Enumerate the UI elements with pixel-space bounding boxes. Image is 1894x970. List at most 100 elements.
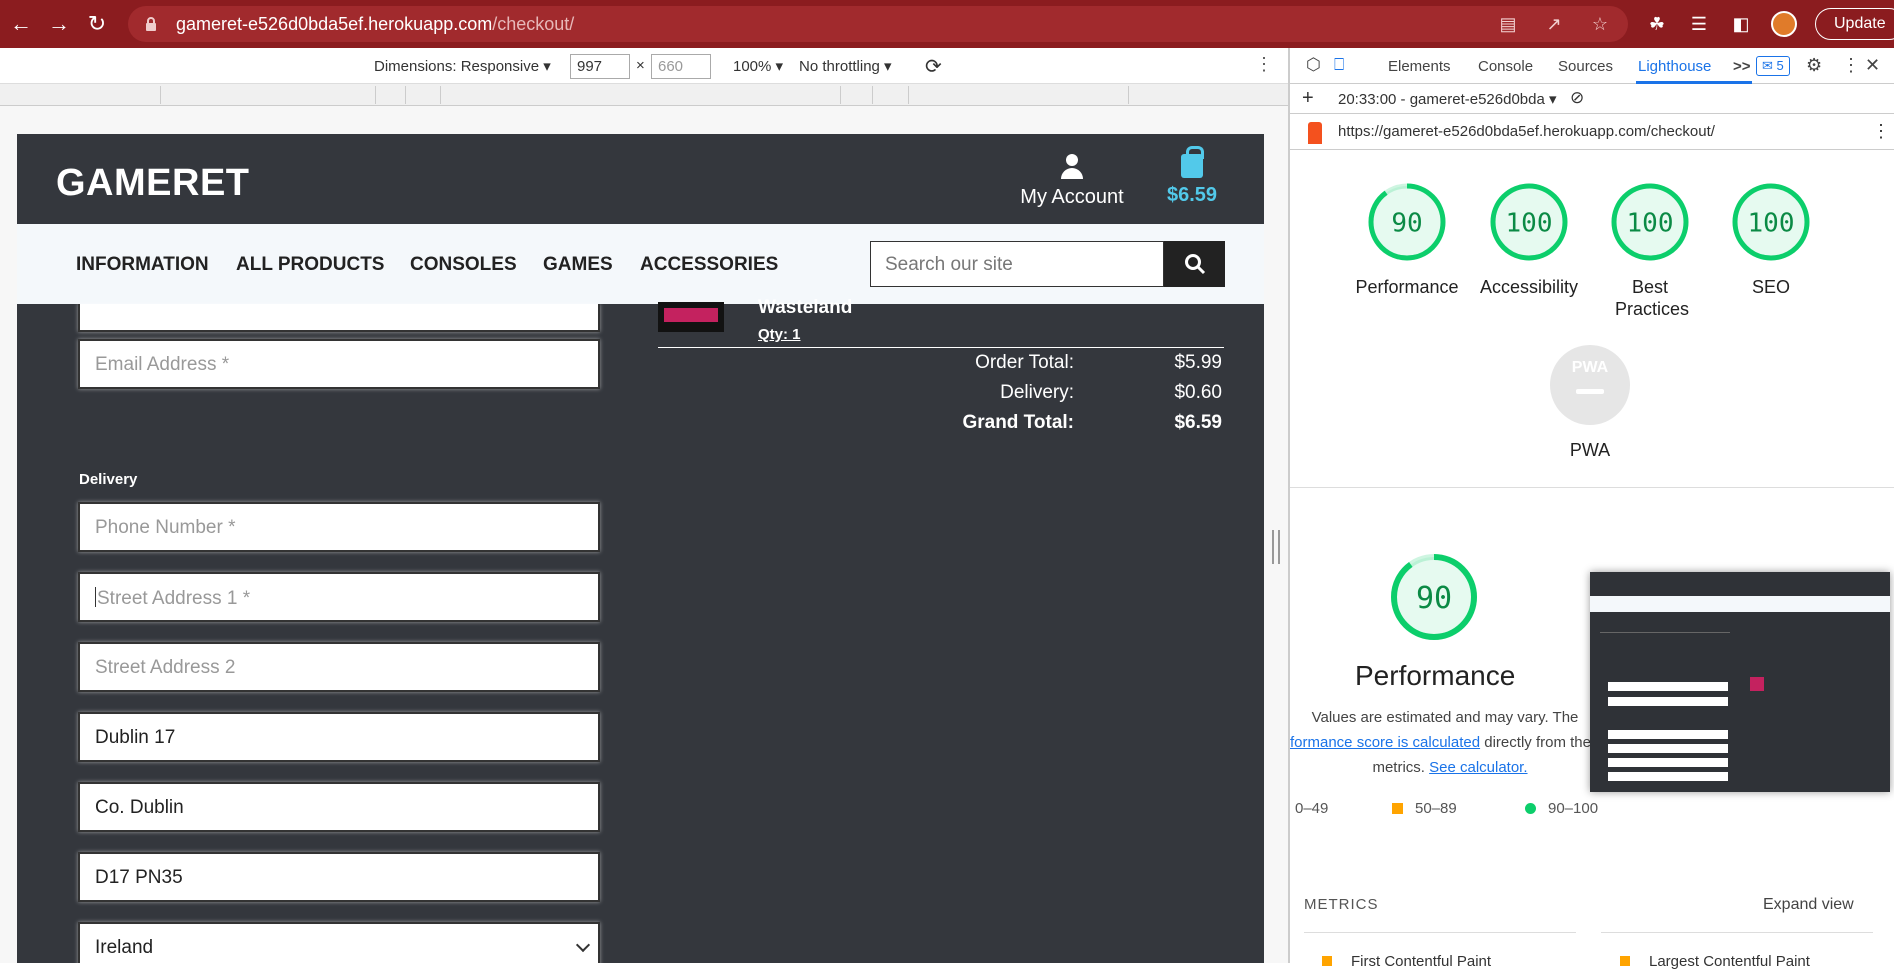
pwa-gauge[interactable]: PWA [1550,345,1630,425]
summary-divider [658,347,1224,348]
nav-accessories[interactable]: ACCESSORIES [640,254,778,276]
page-screenshot-thumbnail[interactable] [1590,572,1890,792]
performance-big-score[interactable]: 90 [1388,551,1480,643]
report-time: 20:33:00 - gameret-e526d0bda [1338,91,1545,108]
site-header: GAMERET My Account $6.59 [17,134,1264,224]
tab-elements[interactable]: Elements [1388,58,1451,75]
clear-icon[interactable]: ⊘ [1570,88,1584,108]
shopping-bag-icon [1181,146,1205,178]
issues-count: 5 [1776,58,1784,73]
close-icon[interactable]: ✕ [1865,55,1880,76]
lighthouse-toolbar: + 20:33:00 - gameret-e526d0bda ▾ ⊘ [1290,84,1894,114]
grand-total-value: $6.59 [1174,412,1222,433]
device-toolbar: Dimensions: Responsive ▾ 997 × 660 100% … [0,48,1288,84]
width-input[interactable]: 997 [570,54,630,79]
more-tabs-icon[interactable]: >> [1733,58,1751,75]
reader-mode-icon[interactable]: ▤ [1496,12,1520,36]
search-icon [1184,254,1205,275]
nav-all-products[interactable]: ALL PRODUCTS [236,254,384,276]
legend-fail: 0–49 [1295,800,1328,817]
product-name: Wasteland [758,297,853,318]
accessibility-label: Accessibility [1479,277,1579,297]
report-url: https://gameret-e526d0bda5ef.herokuapp.c… [1338,123,1715,140]
plus-icon[interactable]: + [1302,87,1314,110]
dimensions-label: Dimensions: Responsive [374,58,540,75]
tab-sources[interactable]: Sources [1558,58,1613,75]
pwa-dash [1576,389,1604,394]
devtools-menu-icon[interactable]: ⋮ [1842,55,1860,76]
best-practices-gauge[interactable]: 100 [1609,181,1691,263]
reload-icon[interactable]: ↻ [80,7,114,41]
my-account-label: My Account [1020,186,1124,208]
bookmark-star-icon[interactable]: ☆ [1588,12,1612,36]
pwa-label: PWA [1569,440,1611,460]
street-address-2-field[interactable]: Street Address 2 [78,642,600,692]
cart-total: $6.59 [1167,184,1218,206]
lighthouse-icon [1308,122,1322,144]
country-select[interactable]: Ireland [78,922,600,963]
full-name-field-partial[interactable] [78,304,600,332]
zoom-dropdown[interactable]: 100% ▾ [733,57,783,75]
seo-gauge[interactable]: 100 [1730,181,1812,263]
device-toggle-icon[interactable]: ⎕ [1334,55,1344,75]
report-url-bar: https://gameret-e526d0bda5ef.herokuapp.c… [1290,114,1894,150]
county-field[interactable]: Co. Dublin [78,782,600,832]
town-field[interactable]: Dublin 17 [78,712,600,762]
performance-gauge[interactable]: 90 [1366,181,1448,263]
profile-avatar[interactable] [1771,11,1797,37]
forward-arrow-icon[interactable]: → [42,7,76,41]
metric-divider-left [1304,932,1576,933]
order-total-label: Order Total: [975,352,1074,373]
site-logo[interactable]: GAMERET [56,162,250,205]
performance-gauge-value: 90 [1391,208,1422,238]
my-account-link[interactable]: My Account [1007,154,1137,209]
inspect-element-icon[interactable]: ⬡ [1306,55,1321,75]
main-nav: INFORMATION ALL PRODUCTS CONSOLES GAMES … [17,224,1264,304]
report-selector[interactable]: 20:33:00 - gameret-e526d0bda ▾ [1338,90,1557,108]
nav-consoles[interactable]: CONSOLES [410,254,517,276]
url-host: gameret-e526d0bda5ef.herokuapp.com [176,13,493,34]
dimensions-dropdown[interactable]: Dimensions: Responsive ▾ [374,57,551,75]
share-icon[interactable]: ↗ [1542,12,1566,36]
throttling-dropdown[interactable]: No throttling ▾ [799,57,892,75]
delivery-label: Delivery: [1000,382,1074,403]
order-total-value: $5.99 [1174,352,1222,373]
phone-field[interactable]: Phone Number * [78,502,600,552]
nav-information[interactable]: INFORMATION [76,254,209,276]
search-button[interactable] [1164,241,1225,287]
accessibility-gauge-value: 100 [1506,208,1553,238]
gear-icon[interactable]: ⚙ [1806,55,1822,76]
height-input[interactable]: 660 [651,54,711,79]
resize-grip-icon[interactable] [1272,530,1280,564]
rotate-icon[interactable]: ⟳ [925,54,942,79]
legend-pass-label: 90–100 [1548,800,1599,817]
score-calculated-link[interactable]: formance score is calculated [1290,734,1480,751]
back-arrow-icon[interactable]: ← [4,7,38,41]
email-field[interactable]: Email Address * [78,339,600,389]
metric-lcp: Largest Contentful Paint [1649,953,1810,970]
extensions-puzzle-icon[interactable]: ☘ [1645,12,1669,36]
nav-games[interactable]: GAMES [543,254,613,276]
cart-link[interactable]: $6.59 [1167,146,1218,207]
legend-average: 50–89 [1392,800,1457,817]
postcode-field[interactable]: D17 PN35 [78,852,600,902]
update-button[interactable]: Update [1815,8,1894,40]
times-sign: × [636,57,645,74]
see-calculator-link[interactable]: See calculator. [1429,759,1527,776]
expand-view-button[interactable]: Expand view [1763,896,1854,914]
seo-label: SEO [1751,277,1790,297]
issues-badge[interactable]: ✉ 5 [1756,56,1790,76]
search-input[interactable]: Search our site [870,241,1164,287]
street-address-1-placeholder: Street Address 1 * [97,588,251,609]
text-caret [95,587,96,607]
tab-console[interactable]: Console [1478,58,1533,75]
media-queue-icon[interactable]: ☰ [1687,12,1711,36]
report-menu-icon[interactable]: ⋮ [1872,121,1890,142]
accessibility-gauge[interactable]: 100 [1488,181,1570,263]
metric-divider-right [1601,932,1873,933]
address-bar[interactable]: gameret-e526d0bda5ef.herokuapp.com/check… [128,6,1628,42]
tab-lighthouse[interactable]: Lighthouse [1638,58,1711,75]
side-panel-icon[interactable]: ◧ [1729,12,1753,36]
device-options-icon[interactable]: ⋮ [1255,54,1273,75]
street-address-1-field[interactable]: Street Address 1 * [78,572,600,622]
